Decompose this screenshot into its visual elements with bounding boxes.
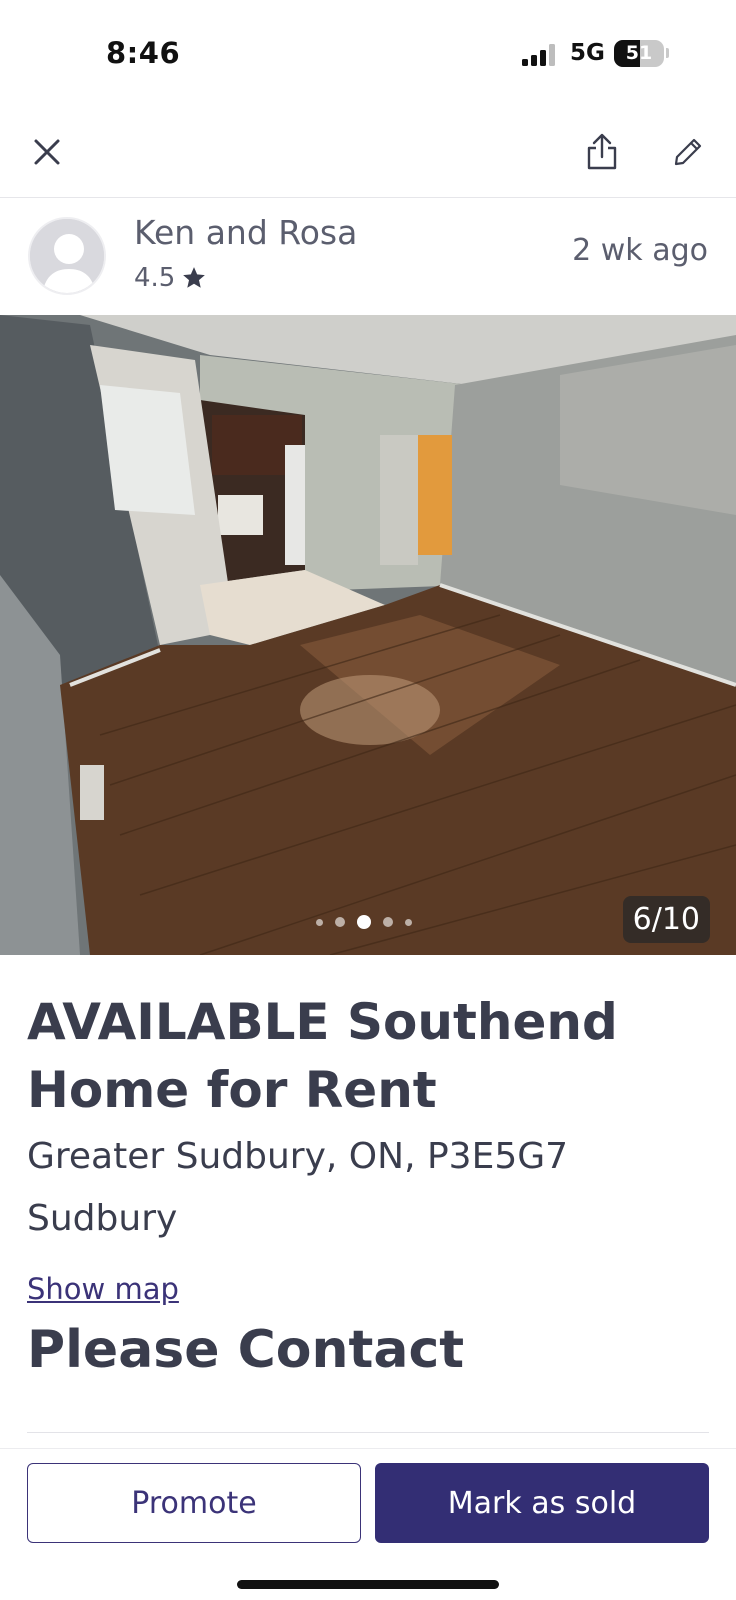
network-type: 5G [570,40,605,66]
default-avatar-icon [30,219,104,293]
battery-level: 51 [625,42,653,64]
room-photo-image [0,315,736,955]
photo-counter: 6/10 [622,896,710,943]
promote-button[interactable]: Promote [27,1463,361,1543]
cellular-signal-icon [522,44,558,66]
close-button[interactable] [23,128,71,176]
pagination-dot-active [357,915,371,929]
listing-city: Sudbury [27,1198,178,1239]
divider [27,1432,709,1433]
close-icon [34,139,60,165]
top-nav [0,118,736,198]
status-bar: 8:46 5G 51 [0,0,736,100]
star-icon [183,267,206,288]
action-bar: Promote Mark as sold [0,1448,736,1600]
edit-pencil-icon [674,138,702,166]
status-time: 8:46 [106,36,181,70]
mark-as-sold-button[interactable]: Mark as sold [375,1463,709,1543]
listing-photo[interactable]: 6/10 [0,315,736,955]
home-indicator[interactable] [237,1580,499,1589]
seller-row[interactable]: Ken and Rosa 4.5 2 wk ago [0,199,736,315]
pagination-dot [335,917,345,927]
share-button[interactable] [578,128,626,176]
listing-address: Greater Sudbury, ON, P3E5G7 [27,1136,569,1177]
rating-value: 4.5 [134,263,176,293]
pagination-dot [383,917,393,927]
posted-time: 2 wk ago [572,233,708,268]
listing-price: Please Contact [27,1320,465,1380]
battery-nub [666,48,669,58]
seller-rating: 4.5 [134,263,207,293]
pagination-dot [316,918,323,926]
show-map-link[interactable]: Show map [27,1272,179,1306]
seller-name[interactable]: Ken and Rosa [134,213,357,252]
share-icon [587,133,617,170]
battery-icon: 51 [614,40,664,67]
listing-title: AVAILABLE Southend Home for Rent [27,993,618,1119]
photo-pagination-dots [316,915,412,929]
pagination-dot [405,918,412,926]
edit-button[interactable] [664,128,712,176]
avatar[interactable] [28,217,106,295]
